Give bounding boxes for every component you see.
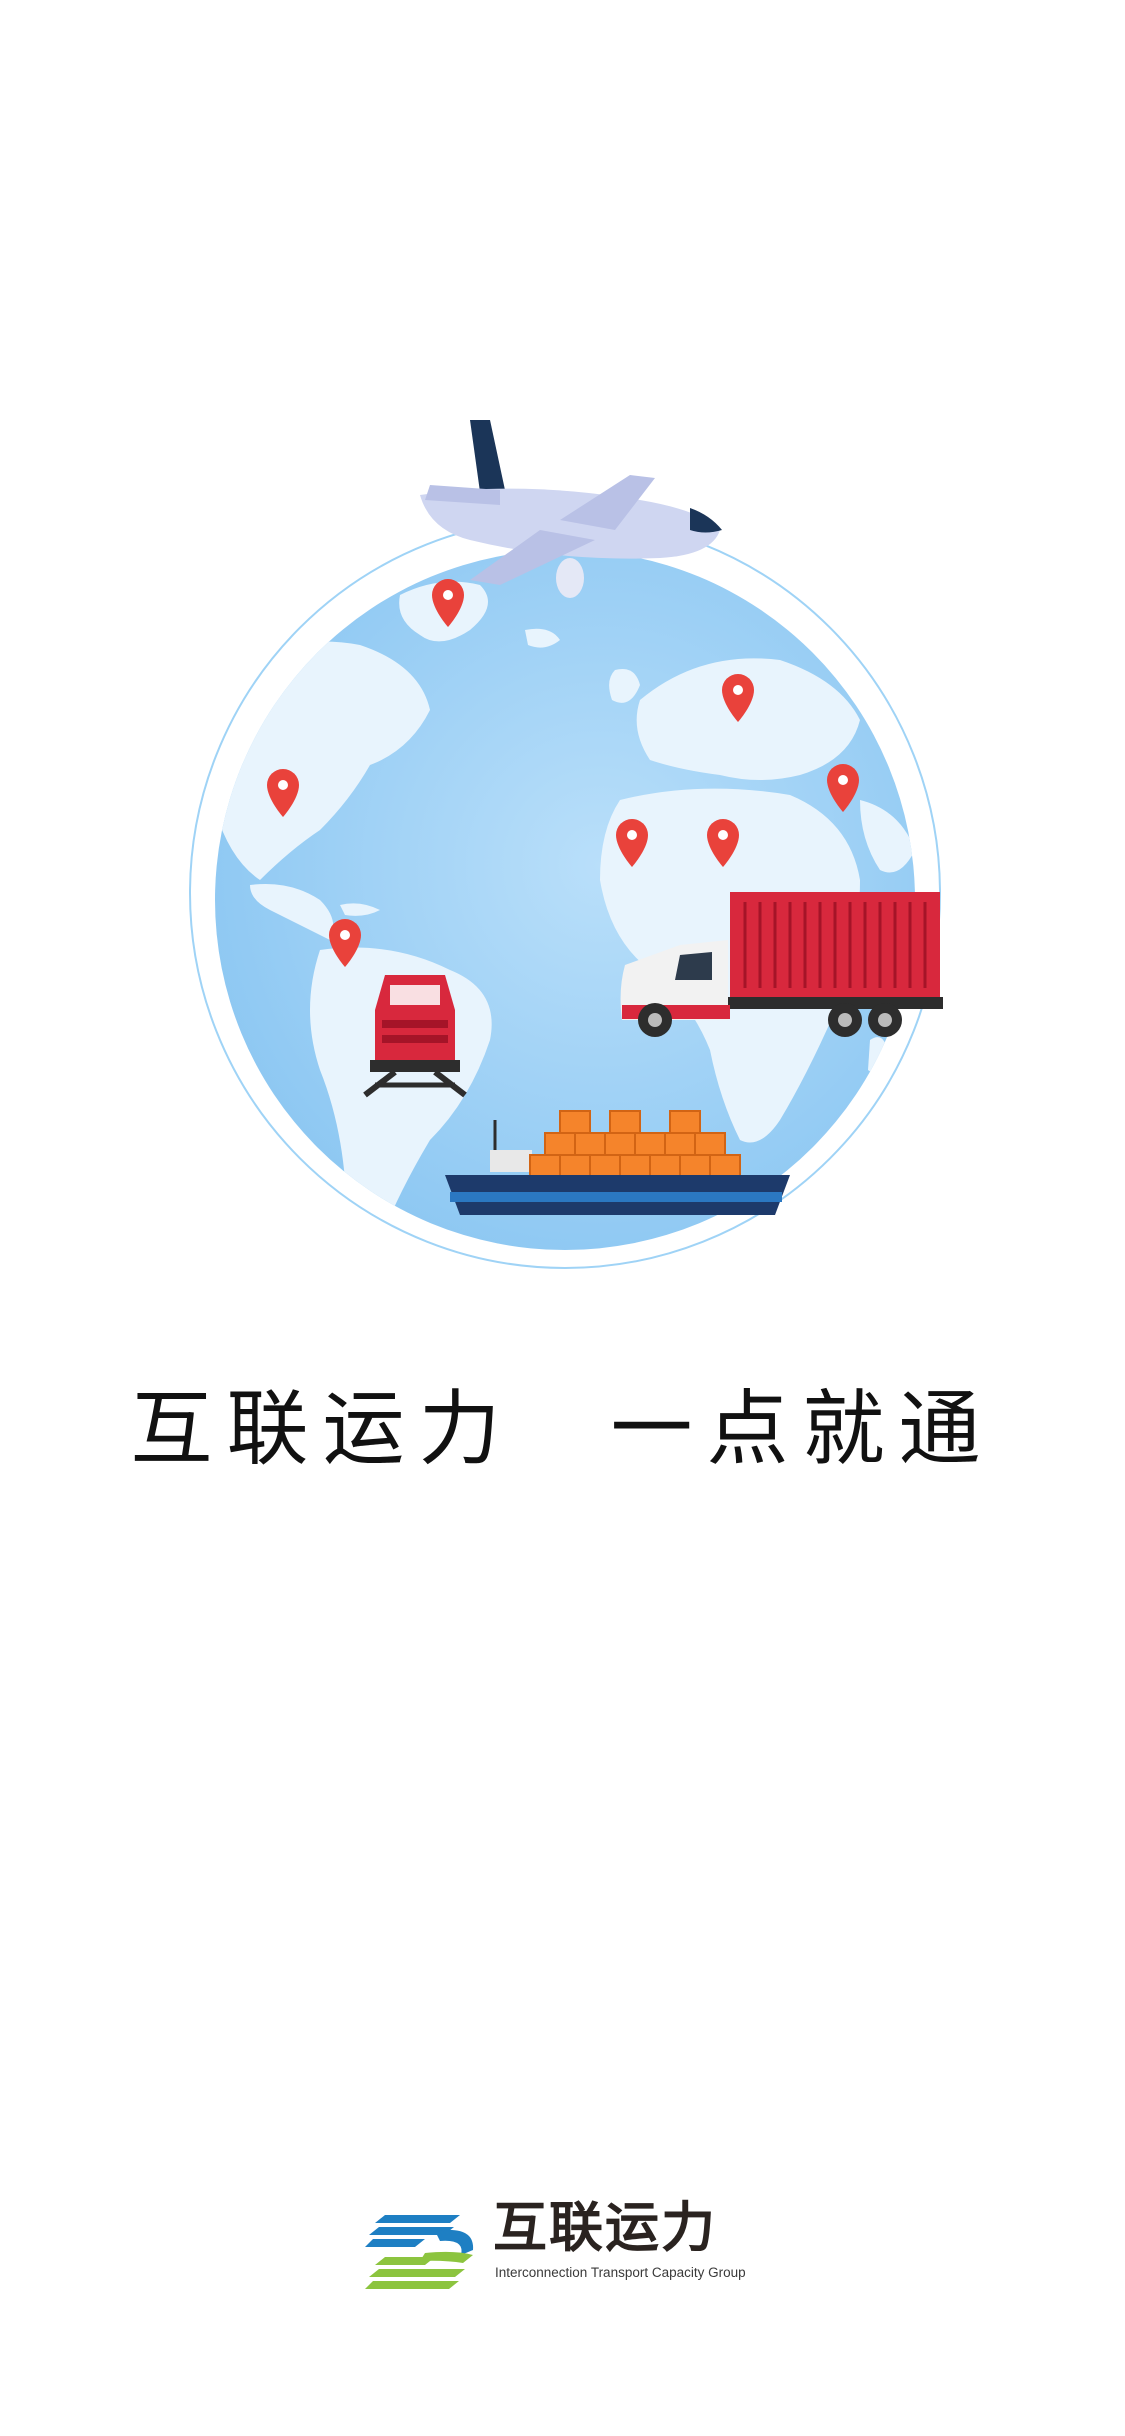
brand-subtitle: Interconnection Transport Capacity Group (495, 2265, 746, 2280)
brand-name: 互联运力 (493, 2196, 717, 2259)
company-logo-icon (365, 2215, 474, 2289)
transport-globe-illustration (189, 420, 943, 1269)
splash-screen: 互联运力 一点就通 互联运力 Interconnection Transport… (0, 0, 1125, 2436)
brand-logo: 互联运力 Interconnection Transport Capacity … (365, 2195, 775, 2305)
slogan-text: 互联运力 一点就通 (130, 1382, 995, 1477)
